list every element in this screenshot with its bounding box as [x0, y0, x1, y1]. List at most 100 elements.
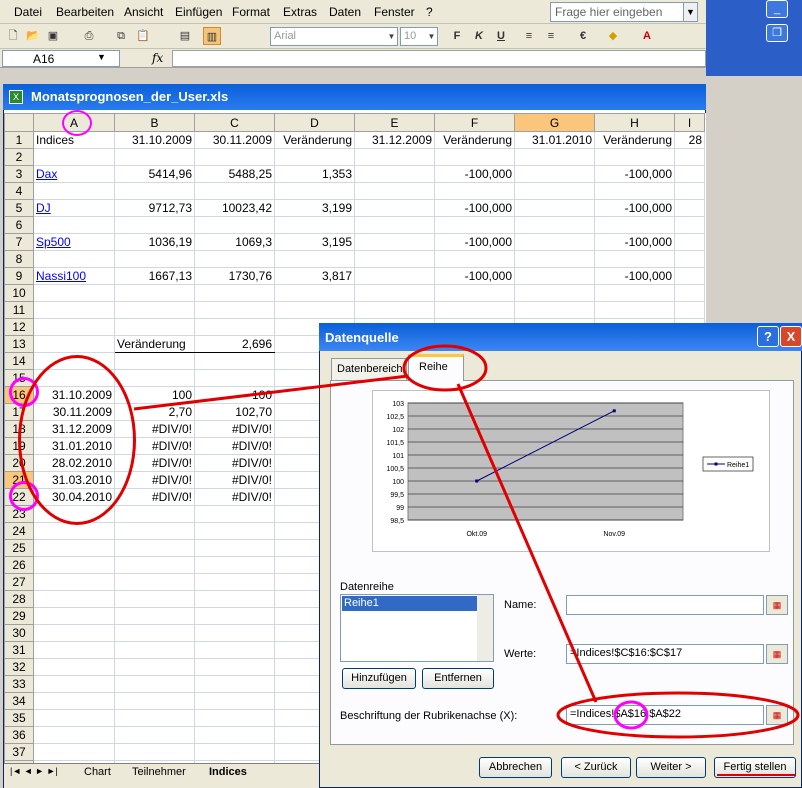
menu-datei[interactable]: Datei	[14, 5, 42, 19]
cell[interactable]	[33, 539, 115, 557]
cell[interactable]	[114, 658, 195, 676]
cell[interactable]	[274, 182, 355, 200]
cancel-button[interactable]: Abbrechen	[479, 757, 552, 778]
cell[interactable]: 1069,3	[194, 233, 275, 251]
row-header[interactable]: 11	[4, 301, 34, 319]
cell[interactable]: -100,000	[594, 199, 675, 217]
align-left-icon[interactable]: ≡	[520, 27, 538, 45]
currency-button[interactable]: €	[574, 27, 592, 45]
cell[interactable]: 1730,76	[194, 267, 275, 285]
underline-button[interactable]: U	[492, 27, 510, 45]
cell[interactable]	[354, 216, 435, 234]
cell[interactable]: -100,000	[434, 165, 515, 183]
cell[interactable]	[114, 675, 195, 693]
cell[interactable]	[514, 182, 595, 200]
menu-fenster[interactable]: Fenster	[374, 5, 415, 19]
cell[interactable]	[194, 369, 275, 387]
cell[interactable]: Dax	[33, 165, 115, 183]
column-chart-icon[interactable]: ▥	[203, 27, 221, 45]
column-header-e[interactable]: E	[354, 113, 435, 132]
tab-reihe[interactable]: Reihe	[408, 354, 464, 381]
cell[interactable]: 5414,96	[114, 165, 195, 183]
cell[interactable]: -100,000	[434, 233, 515, 251]
column-header-i[interactable]: I	[674, 113, 705, 132]
cell[interactable]	[434, 182, 515, 200]
cell[interactable]	[594, 148, 675, 166]
cell[interactable]	[194, 522, 275, 540]
cell[interactable]: -100,000	[434, 199, 515, 217]
menu-bearbeiten[interactable]: Bearbeiten	[56, 5, 114, 19]
sheet-tab-chart[interactable]: Chart	[84, 766, 111, 778]
row-header[interactable]: 24	[4, 522, 34, 540]
remove-series-button[interactable]: Entfernen	[422, 668, 494, 689]
cell[interactable]: #DIV/0!	[194, 437, 275, 455]
cell[interactable]	[33, 590, 115, 608]
cell[interactable]	[274, 216, 355, 234]
row-header[interactable]: 6	[4, 216, 34, 234]
row-header[interactable]: 12	[4, 318, 34, 336]
cell[interactable]	[194, 250, 275, 268]
cell[interactable]	[434, 148, 515, 166]
italic-button[interactable]: K	[470, 27, 488, 45]
cell[interactable]	[114, 726, 195, 744]
cell[interactable]	[434, 301, 515, 319]
cell[interactable]	[354, 148, 435, 166]
cell[interactable]	[514, 216, 595, 234]
row-header[interactable]: 9	[4, 267, 34, 285]
cell[interactable]	[194, 573, 275, 591]
menu-help[interactable]: ?	[426, 5, 433, 19]
cell[interactable]	[114, 641, 195, 659]
row-header[interactable]: 8	[4, 250, 34, 268]
cell[interactable]	[33, 692, 115, 710]
chevron-down-icon[interactable]: ▼	[97, 52, 106, 62]
row-header[interactable]: 14	[4, 352, 34, 370]
back-button[interactable]: < Zurück	[561, 757, 631, 778]
save-icon[interactable]: ▣	[44, 27, 62, 45]
cell[interactable]	[33, 250, 115, 268]
row-header[interactable]: 10	[4, 284, 34, 302]
row-header[interactable]: 26	[4, 556, 34, 574]
cell[interactable]	[33, 301, 115, 319]
cell[interactable]: 1036,19	[114, 233, 195, 251]
row-header[interactable]: 33	[4, 675, 34, 693]
open-icon[interactable]: 📂	[24, 27, 42, 45]
restore-icon[interactable]: ❐	[766, 24, 788, 42]
cell[interactable]	[33, 335, 115, 353]
row-header[interactable]: 27	[4, 573, 34, 591]
cell[interactable]	[674, 216, 705, 234]
cell[interactable]: #DIV/0!	[194, 488, 275, 506]
range-select-icon[interactable]: ▦	[766, 595, 788, 615]
cell[interactable]	[674, 250, 705, 268]
chevron-down-icon[interactable]: ▼	[683, 3, 697, 21]
cell[interactable]: 9712,73	[114, 199, 195, 217]
cell[interactable]	[514, 284, 595, 302]
cell[interactable]	[194, 182, 275, 200]
cell[interactable]	[594, 284, 675, 302]
copy-icon[interactable]: ⧉	[112, 27, 130, 45]
cell[interactable]	[194, 216, 275, 234]
row-header[interactable]: 29	[4, 607, 34, 625]
font-name-select[interactable]: Arial ▼	[270, 27, 398, 46]
next-button[interactable]: Weiter >	[636, 757, 706, 778]
cell[interactable]	[274, 301, 355, 319]
cell[interactable]	[194, 641, 275, 659]
row-header[interactable]: 13	[4, 335, 34, 353]
cell[interactable]	[354, 301, 435, 319]
cell[interactable]	[194, 318, 275, 336]
category-axis-field[interactable]: =Indices!$A$16:$A$22	[566, 705, 764, 725]
row-header[interactable]: 2	[4, 148, 34, 166]
cell[interactable]	[514, 301, 595, 319]
print-icon[interactable]: ⎙	[80, 27, 98, 45]
cell[interactable]	[194, 624, 275, 642]
cell[interactable]: 28	[674, 131, 705, 149]
cell[interactable]	[354, 284, 435, 302]
cell[interactable]	[674, 267, 705, 285]
help-search-input[interactable]: Frage hier eingeben ▼	[550, 2, 698, 22]
cell[interactable]: Nassi100	[33, 267, 115, 285]
cell[interactable]: 5488,25	[194, 165, 275, 183]
row-header[interactable]: 31	[4, 641, 34, 659]
cell[interactable]	[33, 743, 115, 761]
cell[interactable]	[33, 216, 115, 234]
cell[interactable]	[114, 148, 195, 166]
row-header[interactable]: 3	[4, 165, 34, 183]
